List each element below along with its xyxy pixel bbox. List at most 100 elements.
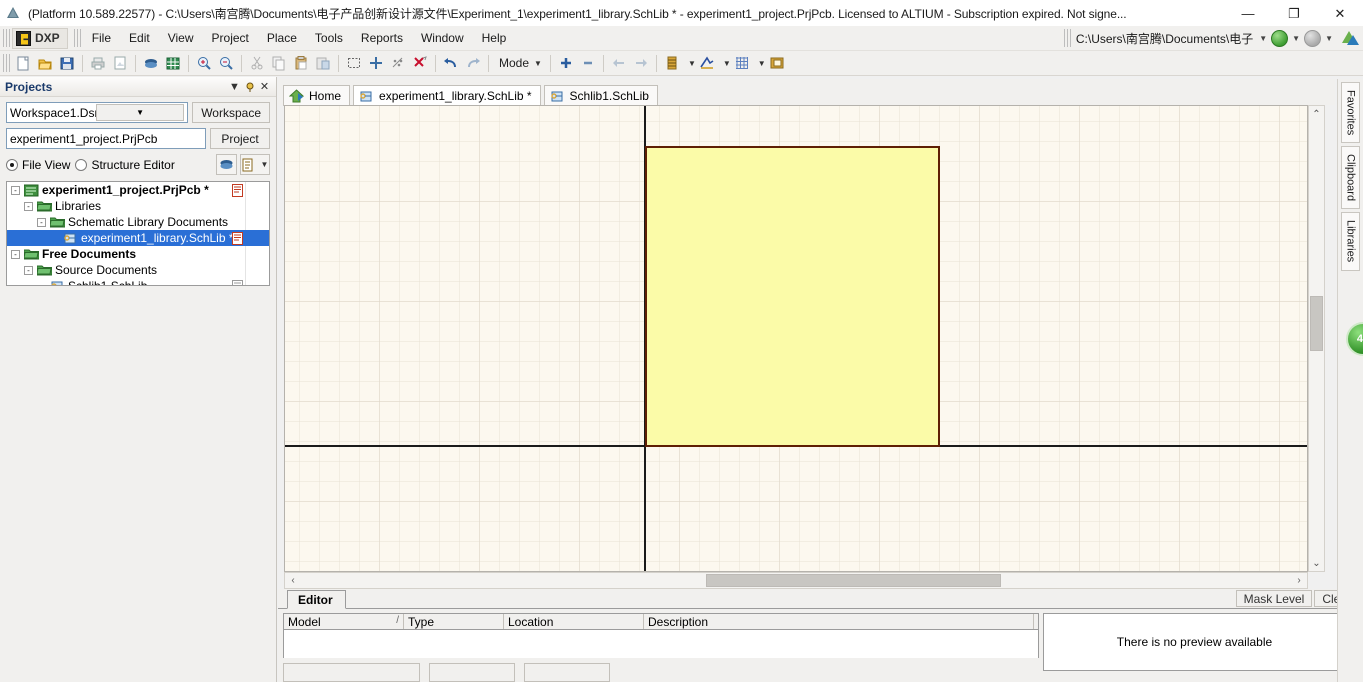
- workspace-dropdown-caret-icon[interactable]: ▼: [96, 104, 185, 121]
- tab-editor[interactable]: Editor: [287, 590, 346, 609]
- zoom-out-icon[interactable]: [215, 53, 237, 74]
- path-dropdown-caret[interactable]: ▼: [1256, 34, 1270, 43]
- tree-expander-icon[interactable]: -: [37, 217, 46, 227]
- project-tree[interactable]: - experiment1_project.PrjPcb * - Libraries -…: [6, 181, 270, 286]
- maximize-button[interactable]: ❐: [1271, 0, 1317, 26]
- open-document-button[interactable]: ▼: [240, 154, 270, 175]
- tree-item[interactable]: Schlib1.SchLib: [7, 278, 269, 285]
- open-folder-icon[interactable]: [34, 53, 56, 74]
- board-layers-icon[interactable]: [140, 53, 162, 74]
- spreadsheet-icon[interactable]: [162, 53, 184, 74]
- document-tab[interactable]: experiment1_library.SchLib *: [353, 85, 541, 106]
- menu-edit[interactable]: Edit: [120, 28, 159, 48]
- cut-icon[interactable]: [246, 53, 268, 74]
- component-list-icon[interactable]: [661, 53, 683, 74]
- menu-window[interactable]: Window: [412, 28, 473, 48]
- mode-dropdown[interactable]: Mode ▼: [493, 54, 546, 72]
- component-rectangle[interactable]: [645, 146, 940, 447]
- draw-tools-caret-icon[interactable]: ▼: [723, 59, 731, 68]
- column-header[interactable]: Location: [504, 614, 644, 629]
- redo-icon[interactable]: [462, 53, 484, 74]
- altium-logo-icon[interactable]: [1340, 30, 1359, 47]
- next-part-icon[interactable]: [630, 53, 652, 74]
- column-header[interactable]: Description: [644, 614, 1034, 629]
- tree-item[interactable]: - Schematic Library Documents: [7, 214, 269, 230]
- toolbar-grip[interactable]: [3, 54, 10, 72]
- menu-view[interactable]: View: [159, 28, 203, 48]
- zoom-in-icon[interactable]: [193, 53, 215, 74]
- print-icon[interactable]: [87, 53, 109, 74]
- right-panel-tab[interactable]: Clipboard: [1341, 146, 1360, 210]
- document-tab[interactable]: Schlib1.SchLib: [543, 85, 658, 106]
- layers-button[interactable]: [216, 154, 237, 175]
- add-component-icon[interactable]: [555, 53, 577, 74]
- right-panel-tab[interactable]: Favorites: [1341, 82, 1360, 144]
- scroll-left-icon[interactable]: ‹: [285, 573, 301, 588]
- footer-button-2[interactable]: [429, 663, 515, 682]
- notification-badge[interactable]: 42: [1346, 322, 1363, 356]
- move-crosshair-icon[interactable]: [365, 53, 387, 74]
- menu-file[interactable]: File: [83, 28, 120, 48]
- scroll-down-icon[interactable]: ⌄: [1309, 555, 1324, 571]
- workspace-select[interactable]: Workspace1.DsnWrk ▼: [6, 102, 189, 123]
- tree-expander-icon[interactable]: -: [11, 185, 20, 195]
- canvas-vertical-scrollbar[interactable]: ⌃ ⌄: [1308, 105, 1325, 572]
- save-icon[interactable]: [56, 53, 78, 74]
- tree-item[interactable]: - experiment1_project.PrjPcb *: [7, 182, 269, 198]
- menu-project[interactable]: Project: [203, 28, 258, 48]
- paste-special-icon[interactable]: [312, 53, 334, 74]
- menu-help[interactable]: Help: [473, 28, 516, 48]
- remove-component-icon[interactable]: [577, 53, 599, 74]
- draw-tools-icon[interactable]: [696, 53, 718, 74]
- tree-expander-icon[interactable]: -: [11, 249, 20, 259]
- mask-level-button[interactable]: Mask Level: [1235, 590, 1313, 607]
- right-panel-tab[interactable]: Libraries: [1341, 212, 1360, 271]
- deselect-icon[interactable]: [387, 53, 409, 74]
- menu-tools[interactable]: Tools: [306, 28, 352, 48]
- undo-icon[interactable]: [440, 53, 462, 74]
- tree-expander-icon[interactable]: -: [24, 265, 33, 275]
- back-history-caret[interactable]: ▼: [1289, 34, 1303, 43]
- h-scroll-thumb[interactable]: [706, 574, 1001, 587]
- dxp-menu-button[interactable]: DXP: [12, 27, 68, 49]
- column-header[interactable]: Model /: [284, 614, 404, 629]
- navigate-forward-icon[interactable]: [1304, 29, 1322, 47]
- schematic-canvas[interactable]: [284, 105, 1308, 572]
- footer-button-1[interactable]: [283, 663, 420, 682]
- copy-icon[interactable]: [268, 53, 290, 74]
- footer-button-3[interactable]: [524, 663, 610, 682]
- project-field[interactable]: experiment1_project.PrjPcb: [6, 128, 206, 149]
- print-preview-icon[interactable]: [109, 53, 131, 74]
- component-list-caret-icon[interactable]: ▼: [688, 59, 696, 68]
- canvas-horizontal-scrollbar[interactable]: ‹ ›: [284, 572, 1308, 589]
- menu-reports[interactable]: Reports: [352, 28, 412, 48]
- new-document-icon[interactable]: [12, 53, 34, 74]
- tree-item[interactable]: experiment1_library.SchLib *: [7, 230, 269, 246]
- close-icon[interactable]: ✕: [257, 79, 272, 94]
- scroll-right-icon[interactable]: ›: [1291, 573, 1307, 588]
- menu-place[interactable]: Place: [258, 28, 306, 48]
- v-scroll-thumb[interactable]: [1310, 296, 1323, 351]
- tree-item[interactable]: - Free Documents: [7, 246, 269, 262]
- grid-caret-icon[interactable]: ▼: [758, 59, 766, 68]
- tree-item[interactable]: - Libraries: [7, 198, 269, 214]
- structure-editor-radio[interactable]: Structure Editor: [75, 158, 175, 172]
- pin-icon[interactable]: [242, 79, 257, 94]
- previous-part-icon[interactable]: [608, 53, 630, 74]
- file-view-radio[interactable]: File View: [6, 158, 70, 172]
- path-grip[interactable]: [1063, 29, 1071, 47]
- h-scroll-track[interactable]: [301, 573, 1291, 588]
- project-button[interactable]: Project: [210, 128, 270, 149]
- chevron-down-icon[interactable]: ▼: [227, 79, 242, 94]
- model-grid-body[interactable]: [284, 630, 1038, 658]
- menu-grip-2[interactable]: [73, 29, 81, 47]
- model-grid[interactable]: Model / Type Location Description: [283, 613, 1039, 658]
- navigate-back-icon[interactable]: [1271, 29, 1289, 47]
- document-tab[interactable]: Home: [283, 85, 351, 106]
- menu-grip[interactable]: [3, 29, 10, 47]
- grid-icon[interactable]: [731, 53, 753, 74]
- model-manager-icon[interactable]: [766, 53, 788, 74]
- minimize-button[interactable]: —: [1225, 0, 1271, 26]
- scroll-up-icon[interactable]: ⌃: [1309, 106, 1324, 122]
- column-header[interactable]: Type: [404, 614, 504, 629]
